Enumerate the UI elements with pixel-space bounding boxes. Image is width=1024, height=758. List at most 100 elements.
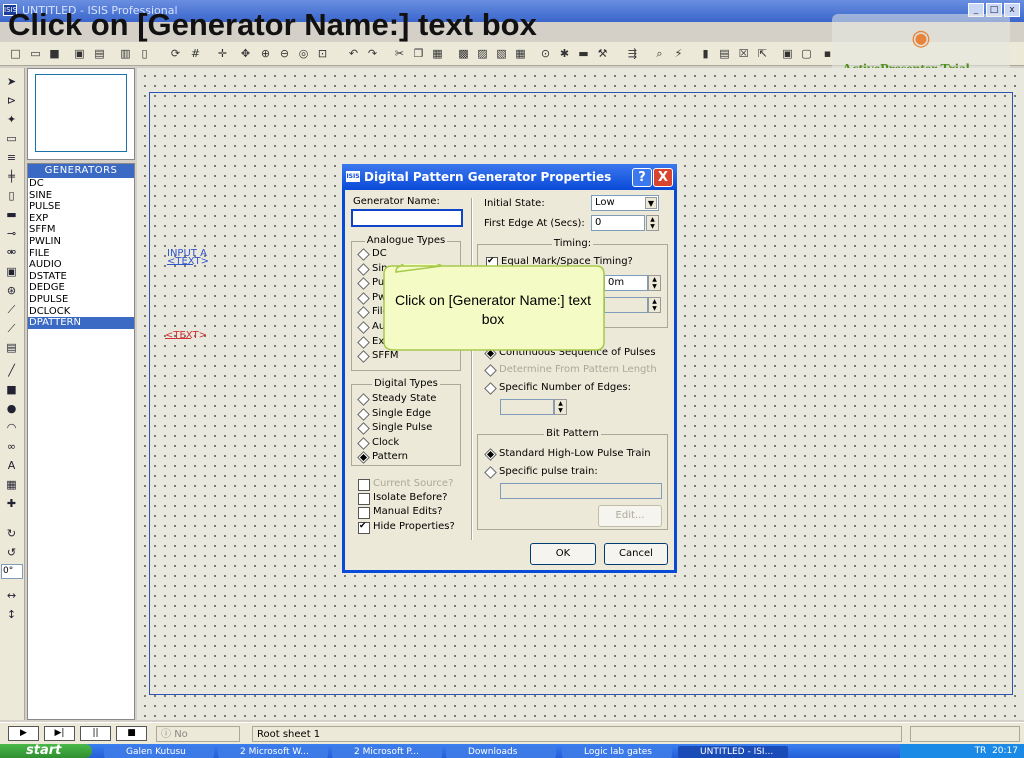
edge-count-spinner[interactable]: ▲ ▼ — [554, 399, 567, 415]
step-button[interactable]: ▶| — [44, 726, 75, 741]
pause-button[interactable]: || — [80, 726, 111, 741]
voltage-probe-mode-icon[interactable]: ⟋ — [4, 302, 19, 317]
property-tool-icon[interactable]: ⚡ — [671, 46, 686, 61]
symbol-tool-icon[interactable]: ▦ — [4, 477, 19, 492]
zoom-out-icon[interactable]: ⊖ — [277, 46, 292, 61]
generator-name-input[interactable] — [351, 209, 463, 227]
digital-type-radio-single-edge[interactable]: Single Edge — [358, 408, 431, 419]
terminals-mode-icon[interactable]: ▬ — [4, 207, 19, 222]
arc-tool-icon[interactable]: ◠ — [4, 420, 19, 435]
package-icon[interactable]: ▬ — [576, 46, 591, 61]
grid-icon[interactable]: # — [188, 46, 203, 61]
digital-type-radio-single-pulse[interactable]: Single Pulse — [358, 422, 432, 433]
generator-item-exp[interactable]: EXP — [28, 213, 134, 225]
undo-icon[interactable]: ↶ — [346, 46, 361, 61]
device-pins-mode-icon[interactable]: ⊸ — [4, 226, 19, 241]
standard-pulse-train-radio[interactable]: Standard High-Low Pulse Train — [485, 448, 651, 459]
block-rotate-icon[interactable]: ▧ — [494, 46, 509, 61]
isolate-before-checkbox[interactable]: Isolate Before? — [358, 492, 447, 505]
wire-label-mode-icon[interactable]: ▭ — [4, 131, 19, 146]
space-time-input[interactable] — [604, 297, 648, 313]
specific-edges-radio[interactable]: Specific Number of Edges: — [485, 382, 631, 393]
start-button[interactable]: start — [0, 744, 92, 758]
sheet-icon[interactable]: ▤ — [717, 46, 732, 61]
first-edge-input[interactable]: 0 — [591, 215, 645, 231]
bom-icon[interactable]: ▣ — [780, 46, 795, 61]
mirror-horizontal-icon[interactable]: ↔ — [4, 588, 19, 603]
paste-icon[interactable]: ▦ — [430, 46, 445, 61]
digital-type-radio-steady-state[interactable]: Steady State — [358, 393, 436, 404]
open-folder-icon[interactable]: ▭ — [28, 46, 43, 61]
analog-type-radio-dc[interactable]: DC — [358, 248, 387, 259]
taskbar-task[interactable]: Galen Kutusu — [104, 746, 214, 758]
pulse-width-input[interactable]: 0m — [604, 275, 648, 291]
subcircuit-mode-icon[interactable]: ▯ — [4, 188, 19, 203]
generator-item-dpattern[interactable]: DPATTERN — [28, 317, 134, 329]
help-button[interactable]: ? — [632, 168, 652, 187]
ok-button[interactable]: OK — [530, 543, 596, 565]
cancel-button[interactable]: Cancel — [604, 543, 668, 565]
component-mode-icon[interactable]: ⊳ — [4, 93, 19, 108]
taskbar-task[interactable]: 2 Microsoft W... — [218, 746, 328, 758]
taskbar-task[interactable]: UNTITLED - ISI... — [678, 746, 788, 758]
generator-item-dclock[interactable]: DCLOCK — [28, 306, 134, 318]
zoom-all-icon[interactable]: ◎ — [296, 46, 311, 61]
zoom-in-icon[interactable]: ⊕ — [258, 46, 273, 61]
digital-type-radio-pattern[interactable]: Pattern — [358, 451, 408, 462]
cut-icon[interactable]: ✂ — [392, 46, 407, 61]
generator-item-sine[interactable]: SINE — [28, 190, 134, 202]
digital-type-radio-clock[interactable]: Clock — [358, 437, 399, 448]
block-delete-icon[interactable]: ▦ — [513, 46, 528, 61]
selection-mode-icon[interactable]: ➤ — [4, 74, 19, 89]
save-icon[interactable]: ■ — [47, 46, 62, 61]
pulse-train-input[interactable] — [500, 483, 662, 499]
origin-icon[interactable]: ✛ — [215, 46, 230, 61]
tool-icon[interactable]: ⚒ — [595, 46, 610, 61]
virtual-instruments-mode-icon[interactable]: ▤ — [4, 340, 19, 355]
generator-item-file[interactable]: FILE — [28, 248, 134, 260]
generator-item-dedge[interactable]: DEDGE — [28, 282, 134, 294]
marker-tool-icon[interactable]: ✚ — [4, 496, 19, 511]
manual-edits-checkbox[interactable]: Manual Edits? — [358, 506, 442, 519]
first-edge-spinner[interactable]: ▲ ▼ — [646, 215, 659, 231]
specific-pulse-train-radio[interactable]: Specific pulse train: — [485, 466, 598, 477]
rotate-cw-icon[interactable]: ↻ — [4, 526, 19, 541]
generator-item-pulse[interactable]: PULSE — [28, 201, 134, 213]
block-copy-icon[interactable]: ▩ — [456, 46, 471, 61]
page-icon[interactable]: ▯ — [137, 46, 152, 61]
generator-item-dstate[interactable]: DSTATE — [28, 271, 134, 283]
circle-tool-icon[interactable]: ● — [4, 401, 19, 416]
generator-item-dc[interactable]: DC — [28, 178, 134, 190]
erc-icon[interactable]: ▢ — [799, 46, 814, 61]
determine-from-pattern-radio[interactable]: Determine From Pattern Length — [485, 364, 657, 375]
tape-recorder-mode-icon[interactable]: ▣ — [4, 264, 19, 279]
pattern-generator-component-2[interactable]: <TEXT> — [165, 330, 207, 341]
graph-mode-icon[interactable]: ⚮ — [4, 245, 19, 260]
import-icon[interactable]: ▣ — [72, 46, 87, 61]
new-sheet-icon[interactable]: ▮ — [698, 46, 713, 61]
edge-count-input[interactable] — [500, 399, 554, 415]
exit-sheet-icon[interactable]: ⇱ — [755, 46, 770, 61]
pattern-generator-component-1[interactable]: INPUT A <TEXT> — [167, 248, 209, 267]
text-script-mode-icon[interactable]: ≡ — [4, 150, 19, 165]
dialog-close-button[interactable]: X — [653, 168, 673, 187]
wire-autorouter-icon[interactable]: ⇶ — [625, 46, 640, 61]
initial-state-select[interactable]: Low ▼ — [591, 195, 659, 211]
line-tool-icon[interactable]: ╱ — [4, 363, 19, 378]
hide-properties-checkbox[interactable]: Hide Properties? — [358, 521, 455, 534]
space-time-spinner[interactable]: ▲ ▼ — [648, 297, 661, 313]
generator-item-audio[interactable]: AUDIO — [28, 259, 134, 271]
taskbar-task[interactable]: Logic lab gates — [562, 746, 672, 758]
rotate-ccw-icon[interactable]: ↺ — [4, 545, 19, 560]
text-tool-icon[interactable]: A — [4, 458, 19, 473]
pan-icon[interactable]: ✥ — [238, 46, 253, 61]
export-icon[interactable]: ▤ — [92, 46, 107, 61]
print-icon[interactable]: ▥ — [118, 46, 133, 61]
junction-mode-icon[interactable]: ✦ — [4, 112, 19, 127]
chevron-down-icon[interactable]: ▼ — [645, 197, 657, 209]
generator-item-dpulse[interactable]: DPULSE — [28, 294, 134, 306]
new-file-icon[interactable]: □ — [8, 46, 23, 61]
pulse-width-spinner[interactable]: ▲ ▼ — [648, 275, 661, 291]
rotation-angle-field[interactable]: 0° — [1, 564, 23, 579]
taskbar-task[interactable]: 2 Microsoft P... — [332, 746, 442, 758]
